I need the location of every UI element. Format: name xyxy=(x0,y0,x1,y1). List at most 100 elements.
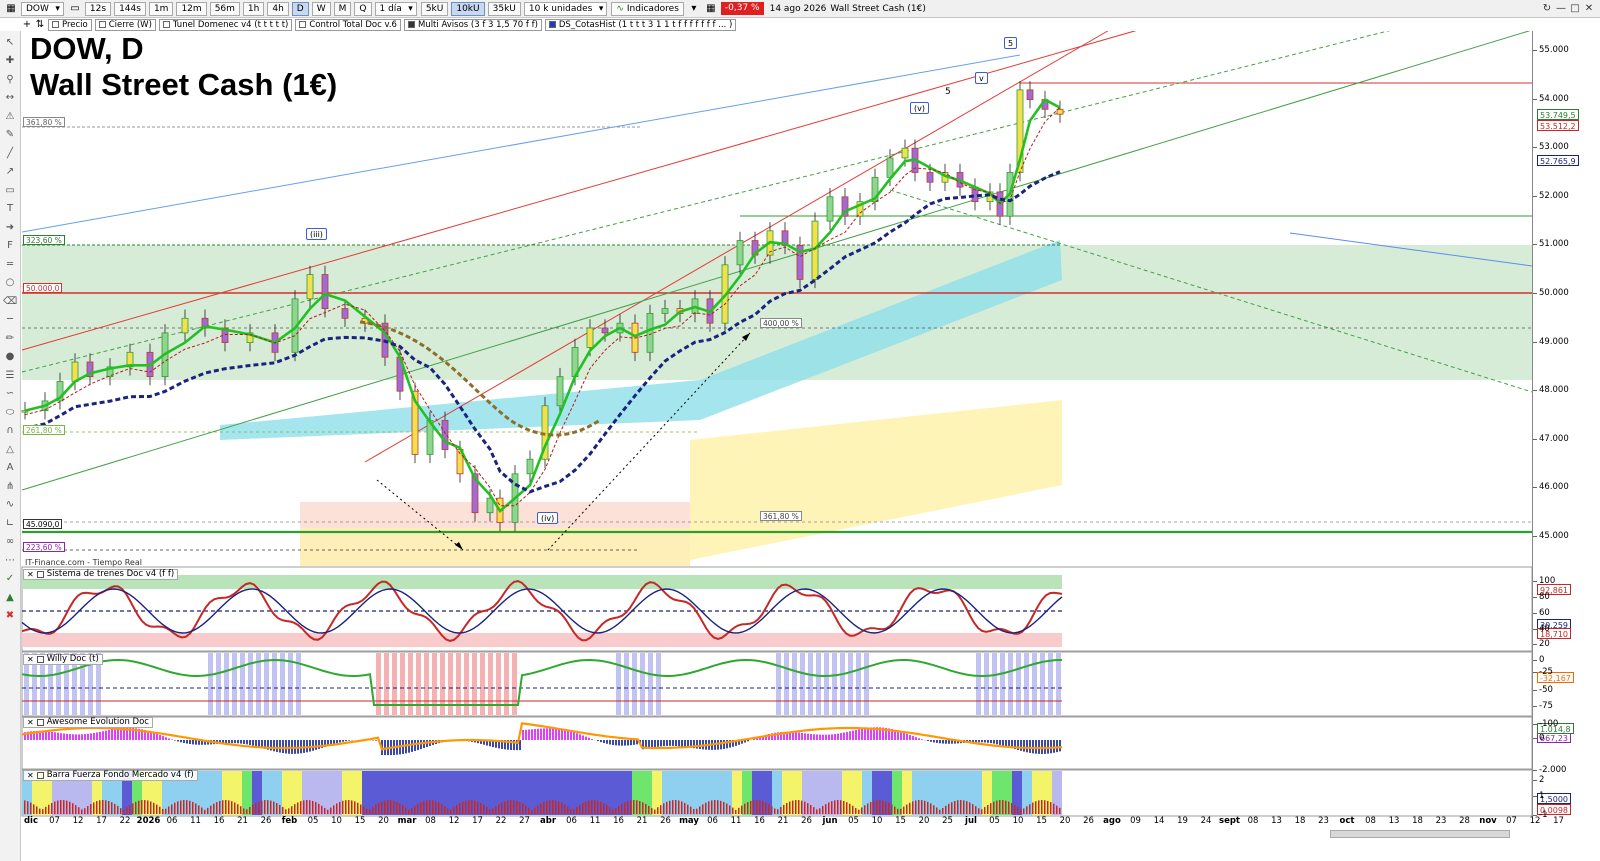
indicator-chip[interactable]: Control Total Doc v.6 xyxy=(295,18,401,31)
timeframe-button-12m[interactable]: 12m xyxy=(176,1,207,16)
indicator-chip[interactable]: Tunel Domenec v4 (t t t t t) xyxy=(158,18,293,31)
symbol-select[interactable]: DOW xyxy=(21,1,64,16)
barra-histogram xyxy=(123,809,125,814)
price-axis[interactable]: 53.749,5 53.512,2 52.765,9 92,861 30,259… xyxy=(1532,31,1600,820)
line-tool-icon[interactable]: ╱ xyxy=(3,146,17,160)
chip-checkbox[interactable] xyxy=(98,21,106,28)
cursor-tool-icon[interactable]: ↖ xyxy=(3,35,17,49)
curve-tool-icon[interactable]: ∽ xyxy=(3,387,17,401)
timeframe-button-144s[interactable]: 144s xyxy=(114,1,146,16)
chart-canvas[interactable] xyxy=(0,0,1600,861)
pane-title-awesome[interactable]: ✕ Awesome Evolution Doc xyxy=(23,717,153,728)
close-icon[interactable]: ✕ xyxy=(27,717,34,728)
lines-tool-icon[interactable]: ☰ xyxy=(3,368,17,382)
chip-checkbox[interactable] xyxy=(548,21,556,28)
barra-histogram xyxy=(909,802,911,814)
app-icon[interactable]: ▦ xyxy=(4,2,18,16)
pane-title-trenes[interactable]: ✕ Sistema de trenes Doc v4 (f f) xyxy=(23,569,179,580)
wave-label-iv[interactable]: (iv) xyxy=(537,512,559,524)
timeframe-button-1m[interactable]: 1m xyxy=(148,1,174,16)
chip-checkbox[interactable] xyxy=(299,21,307,28)
wave-label-5b[interactable]: 5 xyxy=(942,87,954,99)
delete-tool-icon[interactable]: ✖ xyxy=(3,609,17,623)
volume-button-10kU[interactable]: 10kU xyxy=(451,1,485,16)
wave-tool-icon[interactable]: ∿ xyxy=(3,498,17,512)
pencil-tool-icon[interactable]: ✏ xyxy=(3,331,17,345)
timeframe-button-Q[interactable]: Q xyxy=(354,1,372,16)
lock-icon[interactable]: ▭ xyxy=(68,2,82,16)
barra-histogram xyxy=(972,804,974,814)
barra-histogram xyxy=(48,804,50,814)
ellipse-tool-icon[interactable]: ⬭ xyxy=(3,405,17,419)
circle-tool-icon[interactable]: ○ xyxy=(3,276,17,290)
timeframe-button-4h[interactable]: 4h xyxy=(267,1,289,16)
close-icon[interactable]: ✕ xyxy=(1582,1,1596,15)
ruler-tool-icon[interactable]: ─ xyxy=(3,313,17,327)
crosshair-tool-icon[interactable]: ✚ xyxy=(3,54,17,68)
indicators-button[interactable]: ∿ Indicadores xyxy=(611,1,684,16)
rect-tool-icon[interactable]: ▭ xyxy=(3,183,17,197)
brush-tool-icon[interactable]: ● xyxy=(3,350,17,364)
pane-title-willy[interactable]: ✕ Willy Doc (t) xyxy=(23,654,103,665)
magnet-tool-icon[interactable]: ∩ xyxy=(3,424,17,438)
zoom-tool-icon[interactable]: ⚲ xyxy=(3,72,17,86)
indicator-chip[interactable]: DS_CotasHist (1 t t t 3 1 1 t f f f f f … xyxy=(544,18,737,31)
chip-checkbox[interactable] xyxy=(162,21,170,28)
units-select[interactable]: 10 k unidades xyxy=(523,1,608,16)
timeframe-button-D[interactable]: D xyxy=(291,1,309,16)
indicator-chip[interactable]: Cierre (W) xyxy=(94,18,156,31)
label-tool-icon[interactable]: A xyxy=(3,461,17,475)
timeframe-button-12s[interactable]: 12s xyxy=(84,1,112,16)
awesome-bar xyxy=(579,734,581,740)
close-icon[interactable]: ✕ xyxy=(27,770,34,781)
fib-tool-icon[interactable]: F xyxy=(3,239,17,253)
text-tool-icon[interactable]: T xyxy=(3,202,17,216)
cycle-tool-icon[interactable]: ∞ xyxy=(3,535,17,549)
channel-tool-icon[interactable]: ═ xyxy=(3,257,17,271)
settings-icon[interactable] xyxy=(36,571,44,578)
dots-tool-icon[interactable]: ⋯ xyxy=(3,553,17,567)
maximize-icon[interactable]: □ xyxy=(1568,1,1582,15)
pane-title-barra[interactable]: ✕ Barra Fuerza Fondo Mercado v4 (f) xyxy=(23,770,198,781)
settings-icon[interactable] xyxy=(36,719,44,726)
pitch-tool-icon[interactable]: ⋔ xyxy=(3,479,17,493)
wave-label-v[interactable]: v xyxy=(975,72,988,84)
ray-tool-icon[interactable]: ↗ xyxy=(3,165,17,179)
timeframe-button-1h[interactable]: 1h xyxy=(242,1,265,16)
wave-label-v-paren[interactable]: (v) xyxy=(910,102,929,114)
wave-label-5[interactable]: 5 xyxy=(1004,37,1018,49)
close-icon[interactable]: ✕ xyxy=(27,654,34,665)
horizontal-scrollbar[interactable] xyxy=(1330,830,1510,838)
indicator-chip[interactable]: Precio xyxy=(48,18,92,31)
check-tool-icon[interactable]: ✓ xyxy=(3,572,17,586)
thumb-tool-icon[interactable]: ▲ xyxy=(3,590,17,604)
minimize-icon[interactable]: — xyxy=(1554,1,1568,15)
timeframe-button-W[interactable]: W xyxy=(311,1,331,16)
chip-checkbox[interactable] xyxy=(52,21,59,28)
restore-icon[interactable]: ↻ xyxy=(1540,1,1554,15)
eraser-tool-icon[interactable]: ⌫ xyxy=(3,294,17,308)
timeframe-button-M[interactable]: M xyxy=(333,1,352,16)
volume-button-5kU[interactable]: 5kU xyxy=(420,1,449,16)
volume-button-35kU[interactable]: 35kU xyxy=(487,1,521,16)
measure-tool-icon[interactable]: ↔ xyxy=(3,91,17,105)
date-axis[interactable]: dic 07 12 17 22 2026 06 11 16 21 26 feb 05 10 15 20 mar 0… xyxy=(22,816,1564,828)
chevron-down-icon[interactable]: ▾ xyxy=(687,2,701,16)
arrow-tool-icon[interactable]: ➜ xyxy=(3,220,17,234)
pen-tool-icon[interactable]: ✎ xyxy=(3,128,17,142)
gann-tool-icon[interactable]: ∟ xyxy=(3,516,17,530)
barra-histogram xyxy=(924,800,926,814)
close-icon[interactable]: ✕ xyxy=(27,569,34,580)
settings-icon[interactable] xyxy=(36,772,44,779)
poly-tool-icon[interactable]: △ xyxy=(3,442,17,456)
settings-icon[interactable] xyxy=(36,656,44,663)
calculator-icon[interactable]: ▦ xyxy=(704,2,718,16)
period-select[interactable]: 1 día xyxy=(374,1,417,16)
wave-label-iii[interactable]: (iii) xyxy=(306,228,327,240)
chip-checkbox[interactable] xyxy=(407,21,415,28)
add-icon[interactable]: + xyxy=(22,18,32,32)
timeframe-button-56m[interactable]: 56m xyxy=(209,1,240,16)
indicator-chip[interactable]: Multi Avisos (3 f 3 1,5 70 f f) xyxy=(403,18,542,31)
zoom-icon[interactable]: ⇅ xyxy=(35,18,45,32)
alert-tool-icon[interactable]: ⚠ xyxy=(3,109,17,123)
